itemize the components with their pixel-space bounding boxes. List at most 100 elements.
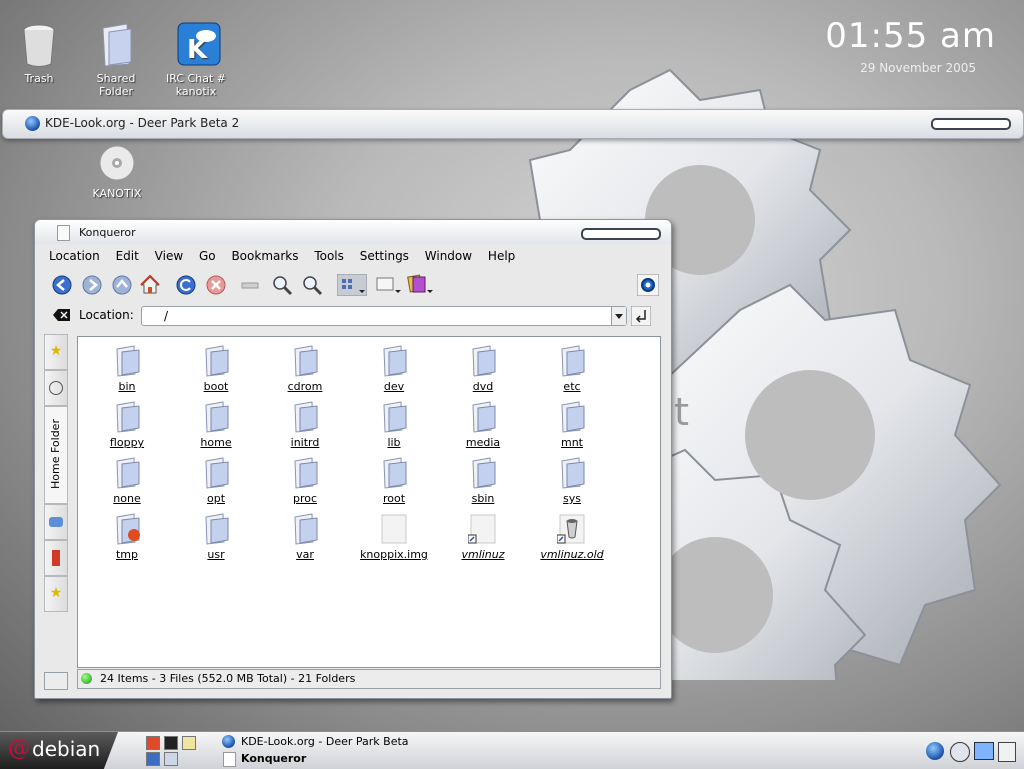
- sidebar-bookmarks-tab[interactable]: ★: [44, 334, 68, 370]
- zoom-out-icon[interactable]: [301, 274, 323, 296]
- konqueror-icon[interactable]: [146, 752, 160, 766]
- reload-icon[interactable]: [175, 274, 197, 296]
- file-item[interactable]: bin: [87, 345, 167, 393]
- file-item[interactable]: tmp: [87, 513, 167, 561]
- file-label: initrd: [290, 436, 320, 449]
- sidebar-media-tab[interactable]: ★: [44, 576, 68, 612]
- file-item[interactable]: sys: [532, 457, 612, 505]
- sidebar-tabs: ★ Home Folder ★: [44, 334, 68, 614]
- task-konqueror[interactable]: Konqueror: [220, 751, 490, 767]
- file-item[interactable]: vmlinuz.old: [532, 513, 612, 561]
- file-item[interactable]: usr: [176, 513, 256, 561]
- kanotix-cd-desktop-icon[interactable]: KANOTIX: [79, 143, 155, 200]
- folder-icon: [112, 457, 142, 489]
- clipboard-icon[interactable]: [998, 742, 1016, 762]
- menu-edit[interactable]: Edit: [114, 246, 141, 266]
- file-item[interactable]: none: [87, 457, 167, 505]
- file-label: proc: [292, 492, 318, 505]
- menu-location[interactable]: Location: [47, 246, 102, 266]
- file-item[interactable]: cdrom: [265, 345, 345, 393]
- menu-settings[interactable]: Settings: [358, 246, 411, 266]
- file-item[interactable]: knoppix.img: [354, 513, 434, 561]
- terminal-icon[interactable]: [164, 736, 178, 750]
- irc-chat-desktop-icon[interactable]: K IRC Chat # kanotix: [158, 22, 234, 98]
- sidebar-toggle-button[interactable]: [44, 672, 68, 690]
- window-button-pill-icon[interactable]: [581, 228, 661, 240]
- file-item[interactable]: home: [176, 401, 256, 449]
- monitor-icon[interactable]: [974, 742, 994, 760]
- file-item[interactable]: dvd: [443, 345, 523, 393]
- home-icon[interactable]: [139, 274, 161, 296]
- up-icon[interactable]: [111, 274, 133, 296]
- preview-icon[interactable]: [407, 274, 435, 296]
- icon-view-icon[interactable]: [337, 274, 367, 296]
- window-menu-icon[interactable]: [57, 225, 70, 241]
- control-center-icon[interactable]: [164, 752, 178, 766]
- file-item[interactable]: dev: [354, 345, 434, 393]
- list-view-icon[interactable]: [375, 274, 403, 296]
- file-item[interactable]: sbin: [443, 457, 523, 505]
- window-titlebar[interactable]: Konqueror: [35, 220, 671, 244]
- file-item[interactable]: media: [443, 401, 523, 449]
- file-label: opt: [206, 492, 226, 505]
- file-label: tmp: [115, 548, 138, 561]
- cut-icon[interactable]: [239, 274, 261, 296]
- file-label: root: [382, 492, 406, 505]
- clock-date: 29 November 2005: [860, 61, 976, 75]
- back-icon[interactable]: [51, 274, 73, 296]
- menu-view[interactable]: View: [153, 246, 185, 266]
- start-menu-button[interactable]: @ debian: [0, 732, 118, 769]
- go-return-icon[interactable]: [631, 306, 651, 326]
- file-label: home: [200, 436, 232, 449]
- shaded-window-title: KDE-Look.org - Deer Park Beta 2: [45, 116, 240, 130]
- shaded-browser-window[interactable]: KDE-Look.org - Deer Park Beta 2: [2, 109, 1024, 139]
- file-item[interactable]: lib: [354, 401, 434, 449]
- file-item[interactable]: mnt: [532, 401, 612, 449]
- sidebar-history-tab[interactable]: [44, 370, 68, 406]
- file-item[interactable]: floppy: [87, 401, 167, 449]
- help-icon[interactable]: [182, 736, 196, 750]
- folder-icon: [290, 457, 320, 489]
- file-item[interactable]: vmlinuz: [443, 513, 523, 561]
- sidebar-network-tab[interactable]: [44, 504, 68, 540]
- headphones-icon[interactable]: [950, 742, 970, 762]
- folder-icon: [290, 513, 320, 545]
- folder-icon: [97, 22, 135, 68]
- file-item[interactable]: root: [354, 457, 434, 505]
- file-label: none: [113, 492, 141, 505]
- menu-tools[interactable]: Tools: [312, 246, 346, 266]
- file-item[interactable]: opt: [176, 457, 256, 505]
- file-label: var: [296, 548, 314, 561]
- file-item[interactable]: initrd: [265, 401, 345, 449]
- gear-icon[interactable]: [637, 274, 659, 296]
- zoom-in-icon[interactable]: [271, 274, 293, 296]
- file-icon-view[interactable]: bin boot cdrom dev dvd etc floppy home initrd lib…: [77, 336, 661, 668]
- home-icon[interactable]: [146, 736, 160, 750]
- sidebar-home-folder-tab[interactable]: Home Folder: [44, 406, 68, 504]
- file-item[interactable]: etc: [532, 345, 612, 393]
- trash-desktop-icon[interactable]: Trash: [1, 22, 77, 85]
- menu-bookmarks[interactable]: Bookmarks: [229, 246, 300, 266]
- window-button-pill-icon[interactable]: [931, 118, 1011, 130]
- menu-help[interactable]: Help: [486, 246, 517, 266]
- sidebar-services-tab[interactable]: [44, 540, 68, 576]
- clear-location-icon[interactable]: [53, 308, 71, 322]
- file-item[interactable]: boot: [176, 345, 256, 393]
- book-icon: [52, 550, 60, 566]
- shared-folder-desktop-icon[interactable]: Shared Folder: [78, 22, 154, 98]
- folder-icon: [290, 345, 320, 377]
- task-deer-park[interactable]: KDE-Look.org - Deer Park Beta: [220, 734, 490, 750]
- home-folder-tab-label: Home Folder: [49, 419, 62, 489]
- file-item[interactable]: var: [265, 513, 345, 561]
- chevron-down-icon[interactable]: [611, 307, 626, 325]
- menu-go[interactable]: Go: [197, 246, 218, 266]
- file-item[interactable]: proc: [265, 457, 345, 505]
- location-input[interactable]: /: [141, 306, 627, 326]
- stop-icon[interactable]: [205, 274, 227, 296]
- menu-window[interactable]: Window: [423, 246, 474, 266]
- trash-label: Trash: [24, 72, 54, 85]
- folder-icon: [379, 457, 409, 489]
- network-icon: [49, 517, 63, 527]
- forward-icon[interactable]: [81, 274, 103, 296]
- network-globe-icon[interactable]: [926, 742, 944, 760]
